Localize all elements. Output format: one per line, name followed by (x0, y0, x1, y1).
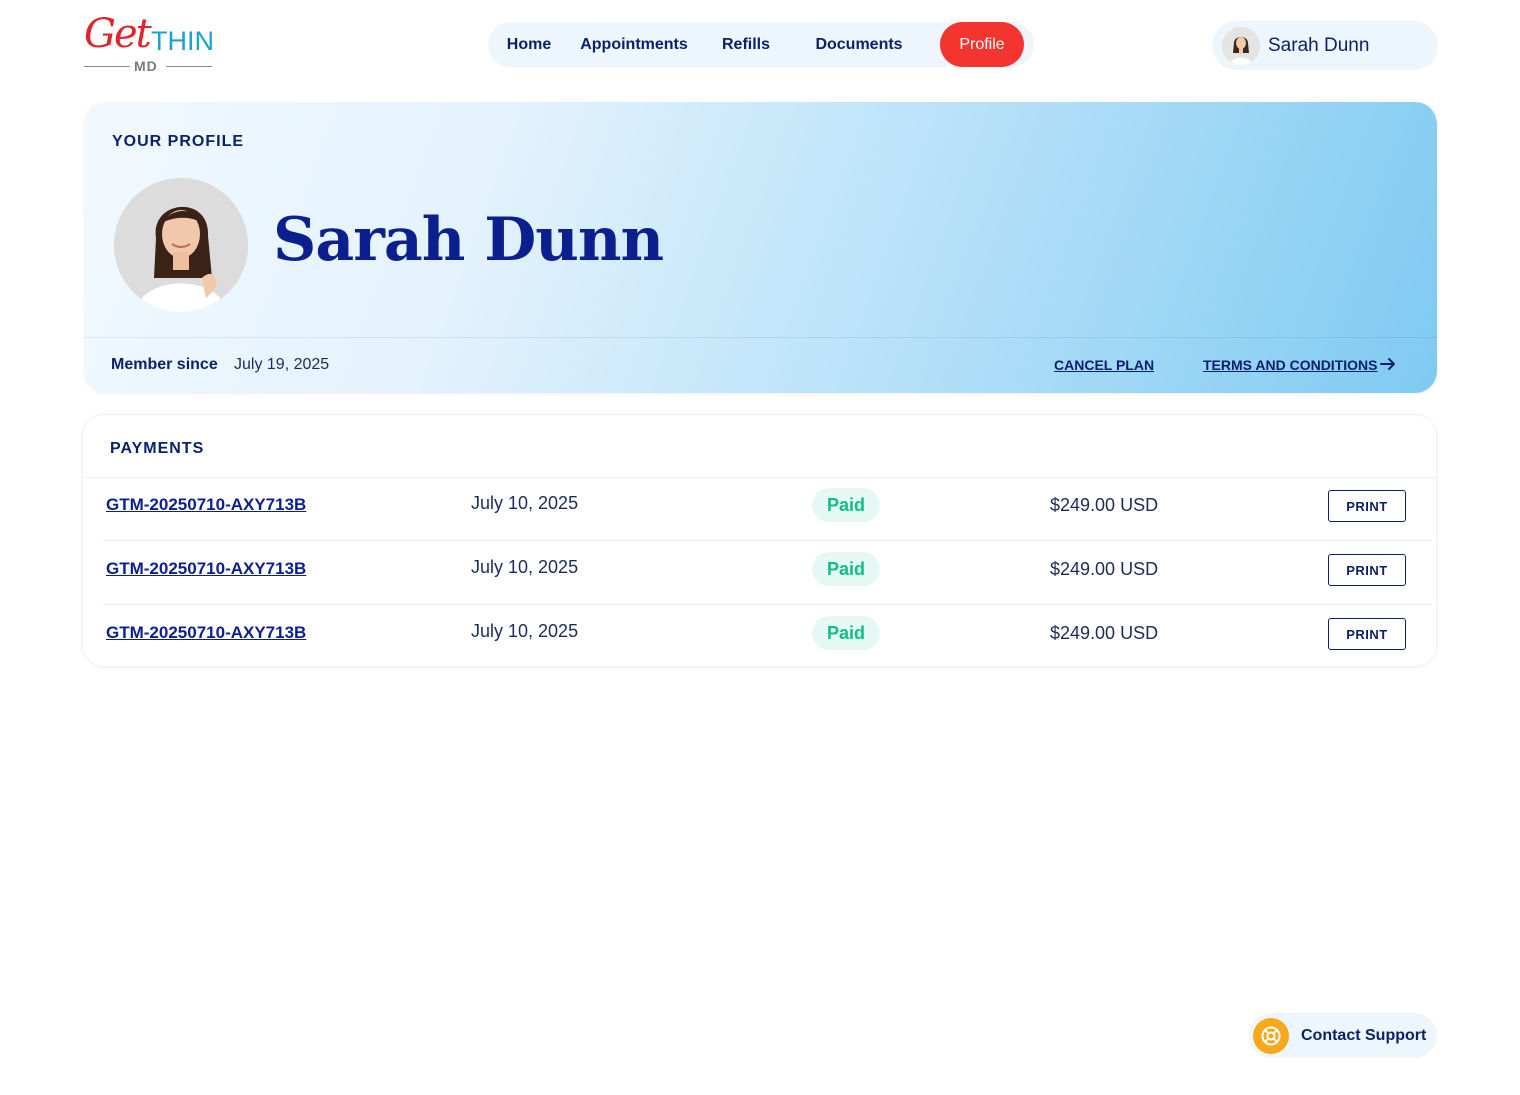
nav-item-refills[interactable]: Refills (698, 22, 794, 67)
logo-md-text: MD (134, 58, 158, 74)
payment-status-badge: Paid (812, 552, 880, 586)
profile-name: Sarah Dunn (273, 205, 664, 275)
print-button[interactable]: PRINT (1328, 618, 1406, 650)
payment-id-link[interactable]: GTM-20250710-AXY713B (106, 559, 306, 579)
contact-support-button[interactable]: Contact Support (1249, 1013, 1437, 1058)
cancel-plan-link[interactable]: CANCEL PLAN (1054, 357, 1154, 373)
main-nav: Home Appointments Refills Documents Prof… (488, 22, 1034, 67)
nav-item-home[interactable]: Home (488, 22, 570, 67)
user-avatar (1222, 26, 1260, 65)
lifebuoy-icon (1253, 1017, 1289, 1054)
payments-section-title: PAYMENTS (110, 440, 205, 457)
payment-row: GTM-20250710-AXY713B July 10, 2025 Paid … (83, 477, 1436, 541)
payment-row: GTM-20250710-AXY713B July 10, 2025 Paid … (83, 605, 1436, 669)
profile-section-title: YOUR PROFILE (112, 133, 245, 150)
payment-status-badge: Paid (812, 488, 880, 522)
payment-id-link[interactable]: GTM-20250710-AXY713B (106, 495, 306, 515)
payment-date: July 10, 2025 (471, 621, 579, 641)
logo-md-mark: MD (84, 58, 212, 74)
logo-get-text: Get (84, 11, 152, 57)
nav-item-profile[interactable]: Profile (940, 22, 1024, 67)
payment-amount: $249.00 USD (1050, 559, 1159, 579)
print-button[interactable]: PRINT (1328, 554, 1406, 586)
brand-logo[interactable]: Get THIN MD (84, 14, 216, 76)
payment-row: GTM-20250710-AXY713B July 10, 2025 Paid … (83, 541, 1436, 605)
profile-card: YOUR PROFILE Sarah Dunn Member since Jul… (84, 102, 1437, 393)
payment-date: July 10, 2025 (471, 557, 579, 577)
terms-and-conditions-link[interactable]: TERMS AND CONDITIONS (1203, 357, 1377, 373)
arrow-right-icon[interactable] (1379, 355, 1397, 373)
profile-divider (84, 337, 1437, 338)
contact-support-label: Contact Support (1301, 1026, 1427, 1044)
print-button[interactable]: PRINT (1328, 490, 1406, 522)
member-since-label: Member since (111, 356, 218, 373)
payment-amount: $249.00 USD (1050, 623, 1159, 643)
payment-id-link[interactable]: GTM-20250710-AXY713B (106, 623, 306, 643)
nav-item-documents[interactable]: Documents (794, 22, 924, 67)
logo-thin-text: THIN (151, 26, 214, 56)
profile-avatar (114, 178, 248, 312)
payment-amount: $249.00 USD (1050, 495, 1159, 515)
user-name: Sarah Dunn (1268, 34, 1370, 56)
member-since-date: July 19, 2025 (234, 356, 330, 373)
payment-date: July 10, 2025 (471, 493, 579, 513)
payments-card: PAYMENTS GTM-20250710-AXY713B July 10, 2… (82, 414, 1437, 667)
nav-item-appointments[interactable]: Appointments (570, 22, 698, 67)
payment-status-badge: Paid (812, 616, 880, 650)
user-menu-button[interactable]: Sarah Dunn (1212, 21, 1438, 70)
